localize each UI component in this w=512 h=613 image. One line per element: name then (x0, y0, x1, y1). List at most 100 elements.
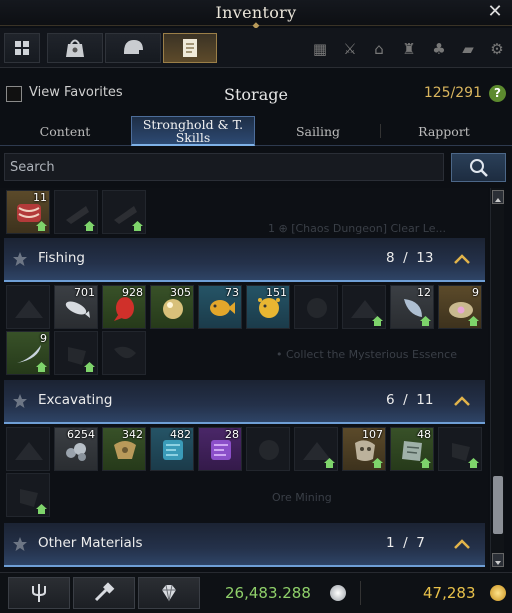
footer-bar: 26,483.288 47,283 (0, 572, 512, 613)
home-icon (420, 458, 431, 468)
item-slot[interactable]: 9 (6, 331, 50, 375)
chevron-up-icon[interactable] (454, 254, 470, 264)
scroll-up-arrow[interactable] (492, 190, 504, 204)
help-icon[interactable]: ? (489, 85, 506, 102)
item-quantity: 482 (170, 428, 191, 441)
bag-tab-button[interactable] (47, 33, 103, 63)
item-slot[interactable]: 73 (198, 285, 242, 329)
item-quantity: 11 (33, 191, 47, 204)
inventory-toolbar: ▦ ⚔ ⌂ ♜ ♣ ▰ ⚙ (0, 28, 512, 68)
home-icon (36, 362, 47, 372)
item-quantity: 928 (122, 286, 143, 299)
item-slot[interactable] (6, 473, 50, 517)
item-slot[interactable]: 9 (438, 285, 482, 329)
gear-icon[interactable]: ⚙ (488, 40, 506, 58)
storage-tab-button[interactable] (163, 33, 217, 63)
house-icon[interactable]: ⌂ (370, 40, 388, 58)
item-quantity: 151 (266, 286, 287, 299)
item-slot[interactable]: 928 (102, 285, 146, 329)
swords-icon[interactable]: ⚔ (341, 40, 359, 58)
chevron-up-icon[interactable] (454, 396, 470, 406)
cards-icon[interactable]: ▰ (459, 40, 477, 58)
home-icon (36, 221, 47, 231)
hammer-icon (94, 582, 115, 602)
storage-tabs: Content Stronghold & T. Skills Sailing R… (0, 116, 512, 146)
item-slot[interactable] (54, 331, 98, 375)
category-excavating[interactable]: Excavating 6 / 11 (4, 380, 485, 424)
item-slot[interactable] (294, 285, 338, 329)
window-title: Inventory (215, 3, 297, 22)
tab-rapport[interactable]: Rapport (381, 116, 507, 146)
search-input[interactable] (5, 154, 443, 180)
favorite-star-icon[interactable] (12, 393, 28, 409)
item-quantity: 107 (362, 428, 383, 441)
item-slot[interactable]: 305 (150, 285, 194, 329)
item-slot[interactable]: 6254 (54, 427, 98, 471)
search-icon (469, 158, 488, 177)
item-slot[interactable] (246, 427, 290, 471)
tab-sailing[interactable]: Sailing (256, 116, 380, 146)
item-slot[interactable] (102, 331, 146, 375)
item-quantity: 6254 (67, 428, 95, 441)
triangle-up-icon (495, 198, 501, 202)
empty-slot[interactable] (342, 285, 386, 329)
item-slot[interactable]: 342 (102, 427, 146, 471)
close-button[interactable]: ✕ (486, 2, 504, 22)
helmet-icon (124, 40, 143, 54)
item-slot[interactable] (438, 427, 482, 471)
category-name: Excavating (38, 392, 113, 408)
item-slot[interactable]: 11 (6, 190, 50, 234)
home-icon (84, 362, 95, 372)
empty-slot[interactable] (294, 427, 338, 471)
trident-icon (32, 584, 46, 602)
item-slot[interactable]: 48 (390, 427, 434, 471)
home-icon (324, 458, 335, 468)
gold-amount: 47,283 (423, 584, 476, 602)
category-name: Other Materials (38, 535, 143, 551)
silver-amount: 26,483.288 (225, 584, 311, 602)
home-icon (468, 316, 479, 326)
empty-slot[interactable] (6, 427, 50, 471)
item-slot[interactable]: 701 (54, 285, 98, 329)
item-slot[interactable]: 28 (198, 427, 242, 471)
storage-content: 1 ⊕ [Chaos Dungeon] Clear Le... 11 Fishi… (0, 188, 488, 570)
gem-button[interactable] (138, 577, 200, 609)
item-quantity: 28 (225, 428, 239, 441)
gem-icon (162, 584, 176, 602)
category-fishing[interactable]: Fishing 8 / 13 (4, 238, 485, 282)
scroll-thumb[interactable] (493, 476, 503, 534)
search-button[interactable] (451, 153, 506, 182)
favorite-star-icon[interactable] (12, 251, 28, 267)
category-count: 6 / 11 (386, 392, 434, 408)
trident-button[interactable] (8, 577, 70, 609)
grid-view-alt-icon[interactable]: ▦ (311, 40, 329, 58)
item-slot[interactable] (102, 190, 146, 234)
item-slot[interactable]: 482 (150, 427, 194, 471)
equipment-tab-button[interactable] (105, 33, 161, 63)
silver-coin-icon (330, 585, 346, 601)
item-quantity: 73 (225, 286, 239, 299)
item-slot[interactable] (54, 190, 98, 234)
background-ghost-text: 1 ⊕ [Chaos Dungeon] Clear Le... (268, 222, 446, 235)
gold-coin-icon (490, 585, 506, 601)
favorite-star-icon[interactable] (12, 536, 28, 552)
hammer-button[interactable] (73, 577, 135, 609)
category-other-materials[interactable]: Other Materials 1 / 7 (4, 523, 485, 567)
item-slot[interactable]: 151 (246, 285, 290, 329)
book-icon (183, 39, 197, 57)
grid-view-button[interactable] (4, 33, 40, 63)
empty-slot[interactable] (6, 285, 50, 329)
tab-content[interactable]: Content (0, 116, 130, 146)
scrollbar[interactable] (490, 188, 504, 570)
background-ghost-text: • Collect the Mysterious Essence (276, 348, 457, 361)
scroll-down-arrow[interactable] (492, 553, 504, 567)
clover-icon[interactable]: ♣ (430, 40, 448, 58)
category-count: 8 / 13 (386, 250, 434, 266)
chevron-up-icon[interactable] (454, 539, 470, 549)
title-bar: Inventory ◆ ✕ (0, 0, 512, 31)
bag-alt-icon[interactable]: ♜ (400, 40, 418, 58)
home-icon (372, 458, 383, 468)
item-slot[interactable]: 107 (342, 427, 386, 471)
item-slot[interactable]: 12 (390, 285, 434, 329)
tab-stronghold[interactable]: Stronghold & T. Skills (131, 116, 255, 146)
